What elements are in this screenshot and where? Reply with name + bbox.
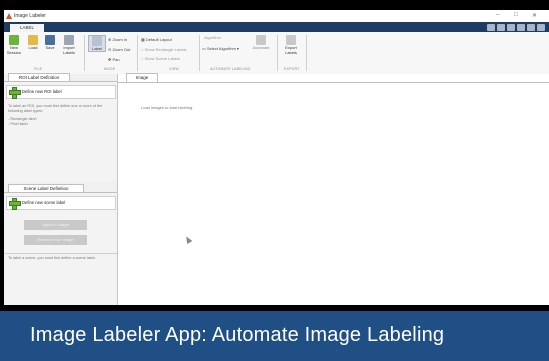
ribbon-separator bbox=[199, 35, 200, 71]
select-algorithm-button[interactable]: ▭ Select Algorithm ▾ bbox=[202, 46, 239, 51]
automate-button[interactable]: Automate bbox=[248, 35, 274, 50]
quick-access-icon[interactable] bbox=[487, 23, 495, 31]
zoom-out-button[interactable]: ⊖ Zoom Out bbox=[108, 47, 130, 52]
define-scene-label-text: Define new scene label bbox=[22, 200, 66, 205]
image-display-area[interactable]: Image Load images to start labeling. bbox=[118, 73, 549, 305]
scene-panel: Define new scene label Apply to Image Re… bbox=[4, 192, 117, 305]
new-session-button[interactable]: New Session bbox=[6, 35, 22, 55]
ribbon: New Session Load Save Import Labels FILE… bbox=[4, 32, 549, 98]
load-button[interactable]: Load bbox=[26, 35, 40, 50]
default-layout-button[interactable]: ▦ Default Layout bbox=[141, 37, 172, 42]
plus-icon bbox=[9, 198, 21, 210]
automate-icon bbox=[256, 35, 266, 45]
export-labels-label: Export Labels bbox=[285, 45, 297, 55]
ribbon-tab-row: LABEL bbox=[4, 22, 549, 32]
minimize-icon[interactable]: – bbox=[496, 12, 499, 18]
define-scene-label-button[interactable]: Define new scene label bbox=[6, 196, 116, 210]
define-roi-label-text: Define new ROI label bbox=[22, 89, 62, 94]
roi-panel: Define new ROI label To label an ROI, yo… bbox=[4, 81, 117, 182]
export-icon bbox=[286, 35, 296, 45]
quick-access-toolbar bbox=[449, 23, 545, 31]
group-view: VIEW bbox=[169, 67, 179, 71]
remove-from-image-button[interactable]: Remove from Image bbox=[24, 235, 87, 245]
ribbon-separator bbox=[277, 35, 278, 71]
zoom-in-button[interactable]: ⊕ Zoom In bbox=[108, 37, 127, 42]
help-icon[interactable] bbox=[537, 23, 545, 31]
pan-button[interactable]: ✥ Pan bbox=[108, 57, 120, 62]
divider bbox=[118, 82, 549, 83]
divider bbox=[4, 253, 117, 254]
show-scene-labels-label: Show Scene Labels bbox=[144, 56, 180, 61]
select-algorithm-label: Select Algorithm bbox=[206, 46, 236, 51]
show-rectangle-labels-checkbox[interactable]: ○ Show Rectangle Labels bbox=[141, 47, 187, 52]
ribbon-separator bbox=[84, 35, 85, 71]
ribbon-separator bbox=[137, 35, 138, 71]
matlab-app-icon bbox=[6, 13, 12, 19]
apply-to-image-button[interactable]: Apply to Image bbox=[24, 220, 87, 230]
ribbon-separator bbox=[306, 35, 307, 71]
tab-image[interactable]: Image bbox=[126, 73, 158, 82]
import-labels-label: Import Labels bbox=[63, 45, 75, 55]
scene-help-text: To label a scene, you must first define … bbox=[8, 256, 97, 260]
close-icon[interactable]: ✕ bbox=[532, 12, 537, 19]
new-session-icon bbox=[9, 35, 19, 45]
group-automate: AUTOMATE LABELING bbox=[210, 67, 251, 71]
label-mode-button[interactable]: Label bbox=[88, 35, 106, 52]
pan-label: Pan bbox=[112, 57, 120, 62]
quick-access-icon[interactable] bbox=[507, 23, 515, 31]
default-layout-label: Default Layout bbox=[145, 37, 172, 42]
new-session-label: New Session bbox=[6, 45, 22, 55]
folder-icon bbox=[28, 35, 38, 45]
quick-access-icon[interactable] bbox=[497, 23, 505, 31]
import-labels-button[interactable]: Import Labels bbox=[60, 35, 78, 55]
algorithm-header: Algorithm bbox=[204, 35, 221, 40]
mouse-cursor-icon bbox=[183, 234, 193, 245]
window-title: Image Labeler bbox=[14, 13, 46, 19]
save-label: Save bbox=[45, 45, 55, 50]
caption-banner: Image Labeler App: Automate Image Labeli… bbox=[0, 311, 549, 361]
title-bar: Image Labeler – □ ✕ bbox=[4, 10, 549, 22]
caption-text: Image Labeler App: Automate Image Labeli… bbox=[30, 324, 445, 346]
import-icon bbox=[64, 35, 74, 45]
maximize-icon[interactable]: □ bbox=[514, 12, 518, 18]
tab-label[interactable]: LABEL bbox=[10, 24, 44, 32]
export-labels-button[interactable]: Export Labels bbox=[280, 35, 302, 55]
left-panel: ROI Label Definition Define new ROI labe… bbox=[4, 73, 118, 305]
zoom-in-label: Zoom In bbox=[112, 37, 128, 42]
show-rectangle-labels-label: Show Rectangle Labels bbox=[144, 47, 187, 52]
label-icon bbox=[92, 36, 102, 46]
group-export: EXPORT bbox=[284, 67, 300, 71]
define-roi-label-button[interactable]: Define new ROI label bbox=[6, 85, 116, 99]
automate-label: Automate bbox=[252, 45, 270, 50]
load-label: Load bbox=[28, 45, 38, 50]
top-black-band bbox=[0, 0, 549, 10]
group-mode: MODE bbox=[104, 67, 116, 71]
label-mode-label: Label bbox=[92, 46, 102, 51]
load-images-hint: Load images to start labeling. bbox=[141, 105, 194, 110]
show-scene-labels-checkbox[interactable]: ○ Show Scene Labels bbox=[141, 56, 180, 61]
group-file: FILE bbox=[34, 67, 43, 71]
roi-help-text: To label an ROI, you must first define o… bbox=[8, 104, 103, 113]
screen: Image Labeler – □ ✕ LABEL New Session Lo… bbox=[0, 0, 549, 361]
plus-icon bbox=[9, 87, 21, 99]
quick-access-icon[interactable] bbox=[517, 23, 525, 31]
save-button[interactable]: Save bbox=[43, 35, 57, 50]
save-icon bbox=[45, 35, 55, 45]
roi-label-types: - Rectangle label - Pixel label bbox=[8, 117, 37, 126]
app-window: Image Labeler – □ ✕ LABEL New Session Lo… bbox=[4, 10, 549, 305]
quick-access-icon[interactable] bbox=[527, 23, 535, 31]
zoom-out-label: Zoom Out bbox=[112, 47, 131, 52]
